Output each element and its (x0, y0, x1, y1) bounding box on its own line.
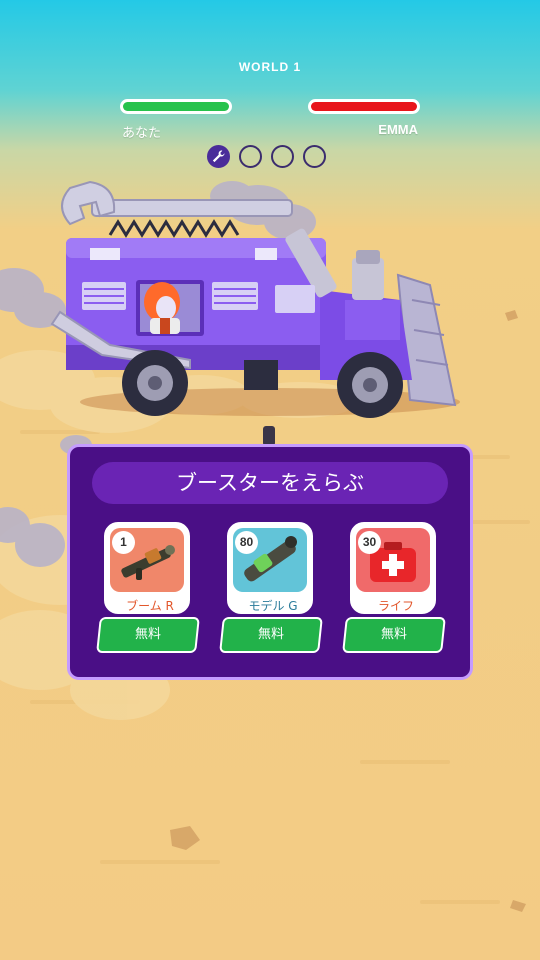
enemy-name: EMMA (378, 122, 418, 137)
free-button-label: 無料 (134, 627, 161, 642)
wheel-front (337, 352, 403, 418)
enemy-health-bar (308, 99, 420, 114)
free-button-label: 無料 (257, 627, 284, 642)
stage-dot (303, 145, 326, 168)
free-button[interactable]: 無料 (219, 617, 323, 653)
cannon-barrel (263, 426, 275, 446)
stage-dot (239, 145, 262, 168)
booster-level-badge: 1 (112, 531, 135, 554)
booster-level-badge: 80 (235, 531, 258, 554)
stage-progress (207, 145, 326, 168)
enemy-health-fill (311, 102, 417, 111)
booster-panel-title: ブースターをえらぶ (92, 462, 448, 504)
free-button[interactable]: 無料 (342, 617, 446, 653)
player-health-bar (120, 99, 232, 114)
booster-tile: 30 ライフ (350, 522, 436, 614)
booster-label: ブーム R (126, 599, 174, 613)
wheel-rear (122, 350, 188, 416)
booster-tile: 80 モデル G (227, 522, 313, 614)
booster-label: モデル G (248, 599, 298, 613)
wrench-icon (212, 150, 225, 163)
stage-dot (271, 145, 294, 168)
booster-panel: ブースターをえらぶ 1 ブーム R 無料 80 モデル G 無料 30 ライフ … (67, 444, 473, 680)
booster-tile: 1 ブーム R (104, 522, 190, 614)
player-name: あなた (122, 126, 162, 141)
stage-dot-current (207, 145, 230, 168)
world-label: WORLD 1 (238, 60, 302, 74)
free-button[interactable]: 無料 (96, 617, 200, 653)
booster-label: ライフ (377, 599, 414, 613)
player-health-fill (123, 102, 229, 111)
free-button-label: 無料 (380, 627, 407, 642)
booster-level-badge: 30 (358, 531, 381, 554)
